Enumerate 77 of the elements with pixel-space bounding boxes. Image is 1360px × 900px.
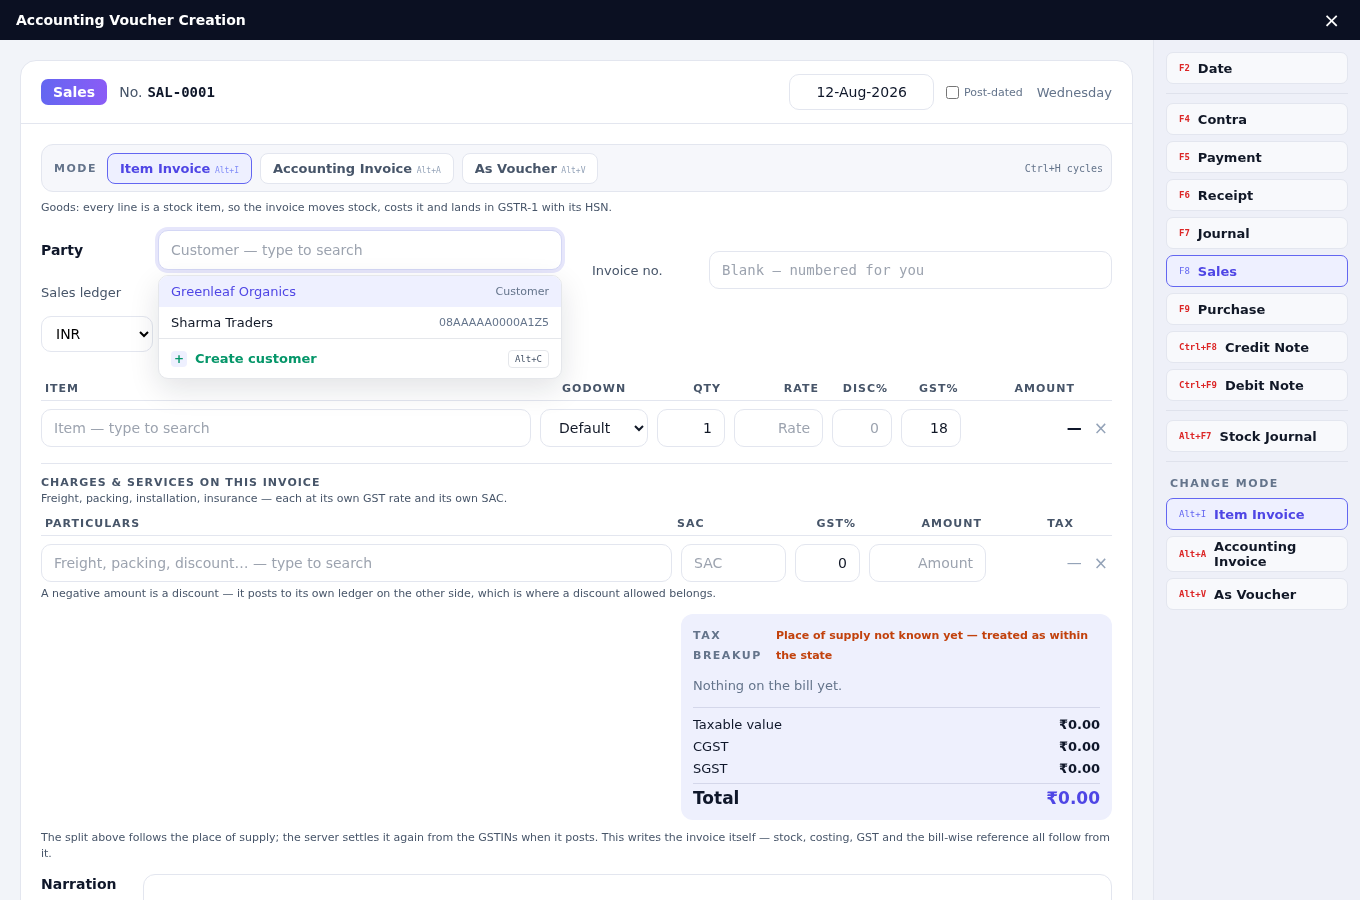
column-header: GST% [815,516,857,530]
voucher-number: SAL-0001 [147,84,215,100]
party-suggestion[interactable]: Sharma Traders 08AAAAA0000A1Z5 [159,307,561,338]
party-label: Party [41,242,85,258]
post-dated-label: Post-dated [963,85,1023,99]
invoice-number-field[interactable]: Blank — numbered for you [709,251,1112,289]
tax-line-label: SGST [693,760,728,778]
place-of-supply-warning: Place of supply not known yet — treated as within the state [776,628,1090,664]
discount-note: A negative amount is a discount — it posts to its own ledger on the other side, which is where a discount allowed belongs. [41,587,717,600]
sidebar-item[interactable]: F7 Journal [1166,217,1348,249]
voucher-type-badge: Sales [41,79,108,105]
sidebar-item[interactable]: F2 Date [1166,52,1348,84]
column-header: SAC [677,516,706,530]
column-header: RATE [782,381,820,395]
mode-description: Goods: every line is a stock item, so the invoice moves stock, costs it and lands in GSTR-1 with its HSN. [41,201,614,214]
sidebar-item[interactable]: Alt+V As Voucher [1166,578,1348,610]
sidebar-item[interactable]: Ctrl+F9 Debit Note [1166,369,1348,401]
window-title: Accounting Voucher Creation [16,12,246,28]
discount-field[interactable]: 0 [832,409,892,447]
column-header: ITEM [44,381,81,395]
charges-heading: CHARGES & SERVICES ON THIS INVOICE [41,476,322,489]
sidebar-item[interactable]: F8 Sales [1166,255,1348,287]
sidebar-item[interactable]: Ctrl+F8 Credit Note [1166,331,1348,363]
quantity-field[interactable]: 1 [657,409,725,447]
column-header: GODOWN [561,381,628,395]
sales-ledger-label: Sales ledger [41,284,122,300]
sidebar-heading: CHANGE MODE [1169,476,1280,492]
party-suggestion[interactable]: Greenleaf Organics Customer [159,276,561,307]
footnote: The split above follows the place of supply; the server settles it again from the GSTINs when it posts. This writes the invoice itself — stock, costing, GST and the bill-wise reference all follow from it. [41,830,1112,862]
total-label: Total [693,788,740,808]
amount-value: — [1066,419,1082,437]
weekday: Wednesday [1036,84,1112,100]
column-header: TAX [1046,516,1075,530]
gst-field[interactable]: 18 [901,409,961,447]
column-header: DISC% [841,381,889,395]
column-header: PARTICULARS [44,516,142,530]
tax-line-value: ₹0.00 [1058,738,1100,756]
amount-field[interactable]: Amount [869,544,986,582]
tax-line-value: ₹0.00 [1058,716,1100,734]
mode-label: MODE [54,161,97,175]
tax-value: — [1066,554,1082,572]
mode-tab[interactable]: Item Invoice Alt+I [106,152,252,184]
sidebar-item[interactable]: F5 Payment [1166,141,1348,173]
column-header: AMOUNT [1013,381,1076,395]
number-label: No. [119,84,143,100]
column-header: AMOUNT [920,516,983,530]
create-customer-option[interactable]: + Create customer Alt+C [159,338,561,378]
cycle-hint: Ctrl+H cycles [1024,162,1103,174]
sidebar-item[interactable]: F4 Contra [1166,103,1348,135]
total-value: ₹0.00 [1046,788,1100,808]
mode-tab[interactable]: Accounting Invoice Alt+A [260,152,454,184]
currency-select[interactable]: INR [41,316,153,352]
sidebar-item[interactable]: F6 Receipt [1166,179,1348,211]
column-header: GST% [918,381,960,395]
narration-label: Narration [41,875,117,894]
party-search-field[interactable]: Customer — type to search [158,230,562,270]
date-field[interactable]: 12-Aug-2026 [789,74,934,110]
tax-line-label: CGST [693,738,729,756]
gst-field[interactable]: 0 [795,544,860,582]
sidebar-item[interactable]: Alt+I Item Invoice [1166,498,1348,530]
invoice-number-label: Invoice no. [592,262,664,278]
empty-bill-message: Nothing on the bill yet. [693,678,844,693]
mode-tab[interactable]: As Voucher Alt+V [461,152,599,184]
tax-line-value: ₹0.00 [1058,760,1100,778]
sidebar-item[interactable]: Alt+F7 Stock Journal [1166,420,1348,452]
tax-breakup-heading: TAX BREAKUP [693,628,763,664]
charges-description: Freight, packing, installation, insurance — each at its own GST rate and its own SAC. [41,492,509,505]
close-button[interactable]: × [1319,8,1344,32]
item-search-field[interactable]: Item — type to search [41,409,531,447]
rate-field[interactable]: Rate [734,409,823,447]
tax-line-label: Taxable value [693,716,782,734]
column-header: QTY [692,381,722,395]
post-dated-checkbox[interactable] [945,85,959,99]
sidebar-item[interactable]: F9 Purchase [1166,293,1348,325]
particulars-search-field[interactable]: Freight, packing, discount… — type to search [41,544,672,582]
sac-field[interactable]: SAC [681,544,786,582]
godown-select[interactable]: Default [540,409,648,447]
